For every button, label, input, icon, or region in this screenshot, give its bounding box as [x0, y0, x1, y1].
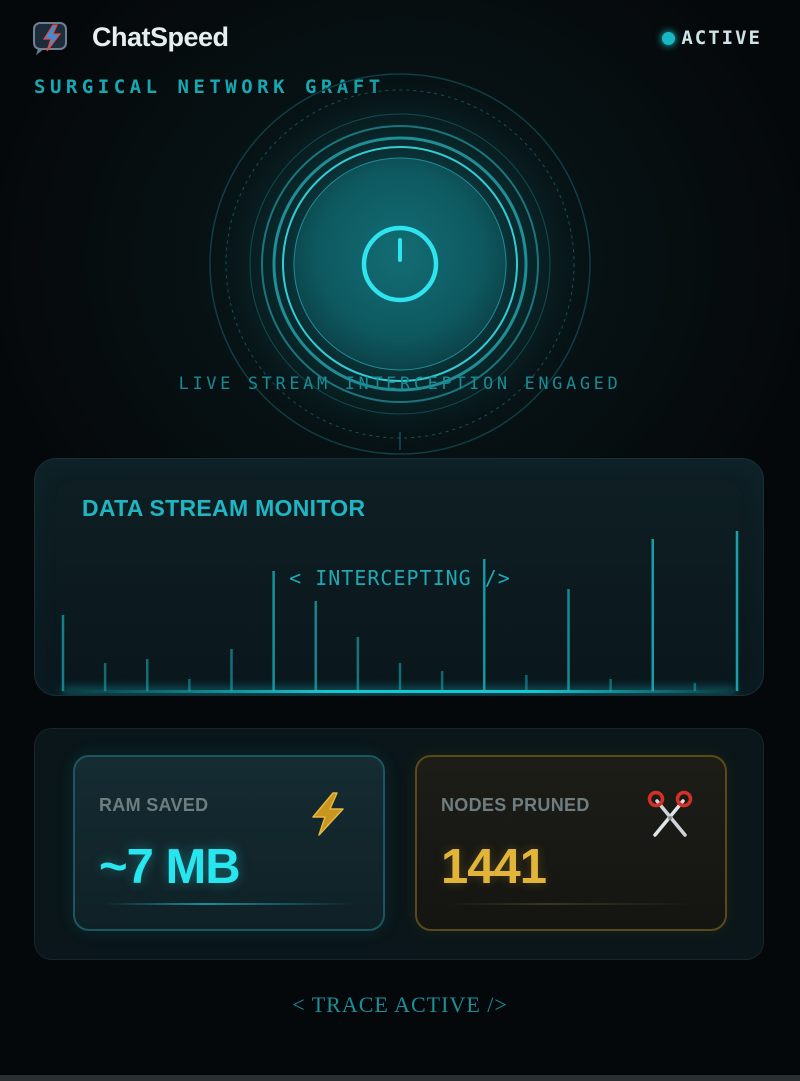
status-indicator: ACTIVE	[662, 27, 762, 49]
app-window: ChatSpeed ACTIVE SURGICAL NETWORK GRAFT	[0, 0, 800, 1081]
status-label: ACTIVE	[681, 27, 762, 49]
scissors-icon	[645, 789, 695, 839]
ram-saved-card: RAM SAVED ~7 MB	[73, 755, 385, 931]
power-hero	[200, 68, 600, 468]
stats-panel: RAM SAVED ~7 MB NODES PRUNED 1441	[34, 728, 764, 960]
status-dot-icon	[662, 31, 676, 45]
stream-baseline	[63, 690, 735, 693]
ram-saved-value: ~7 MB	[99, 840, 241, 894]
intercepting-label: < INTERCEPTING />	[289, 566, 511, 590]
nodes-pruned-value: 1441	[441, 840, 547, 894]
nodes-pruned-card: NODES PRUNED 1441	[415, 755, 727, 931]
monitor-title: DATA STREAM MONITOR	[82, 495, 366, 521]
ram-saved-label: RAM SAVED	[99, 795, 209, 815]
ram-underline	[105, 903, 353, 905]
app-title: ChatSpeed	[92, 22, 229, 52]
app-logo-icon	[32, 20, 72, 56]
engaged-status-text: LIVE STREAM INTERCEPTION ENGAGED	[178, 374, 622, 394]
trace-status-text: < TRACE ACTIVE />	[292, 992, 508, 1017]
data-stream-monitor: DATA STREAM MONITOR < INTERCEPTING />	[34, 458, 764, 696]
header: ChatSpeed ACTIVE SURGICAL NETWORK GRAFT	[0, 0, 800, 98]
lightning-bolt-icon	[303, 789, 353, 839]
nodes-pruned-label: NODES PRUNED	[441, 795, 590, 815]
nodes-underline	[447, 903, 695, 905]
bottom-bar	[0, 1075, 800, 1081]
